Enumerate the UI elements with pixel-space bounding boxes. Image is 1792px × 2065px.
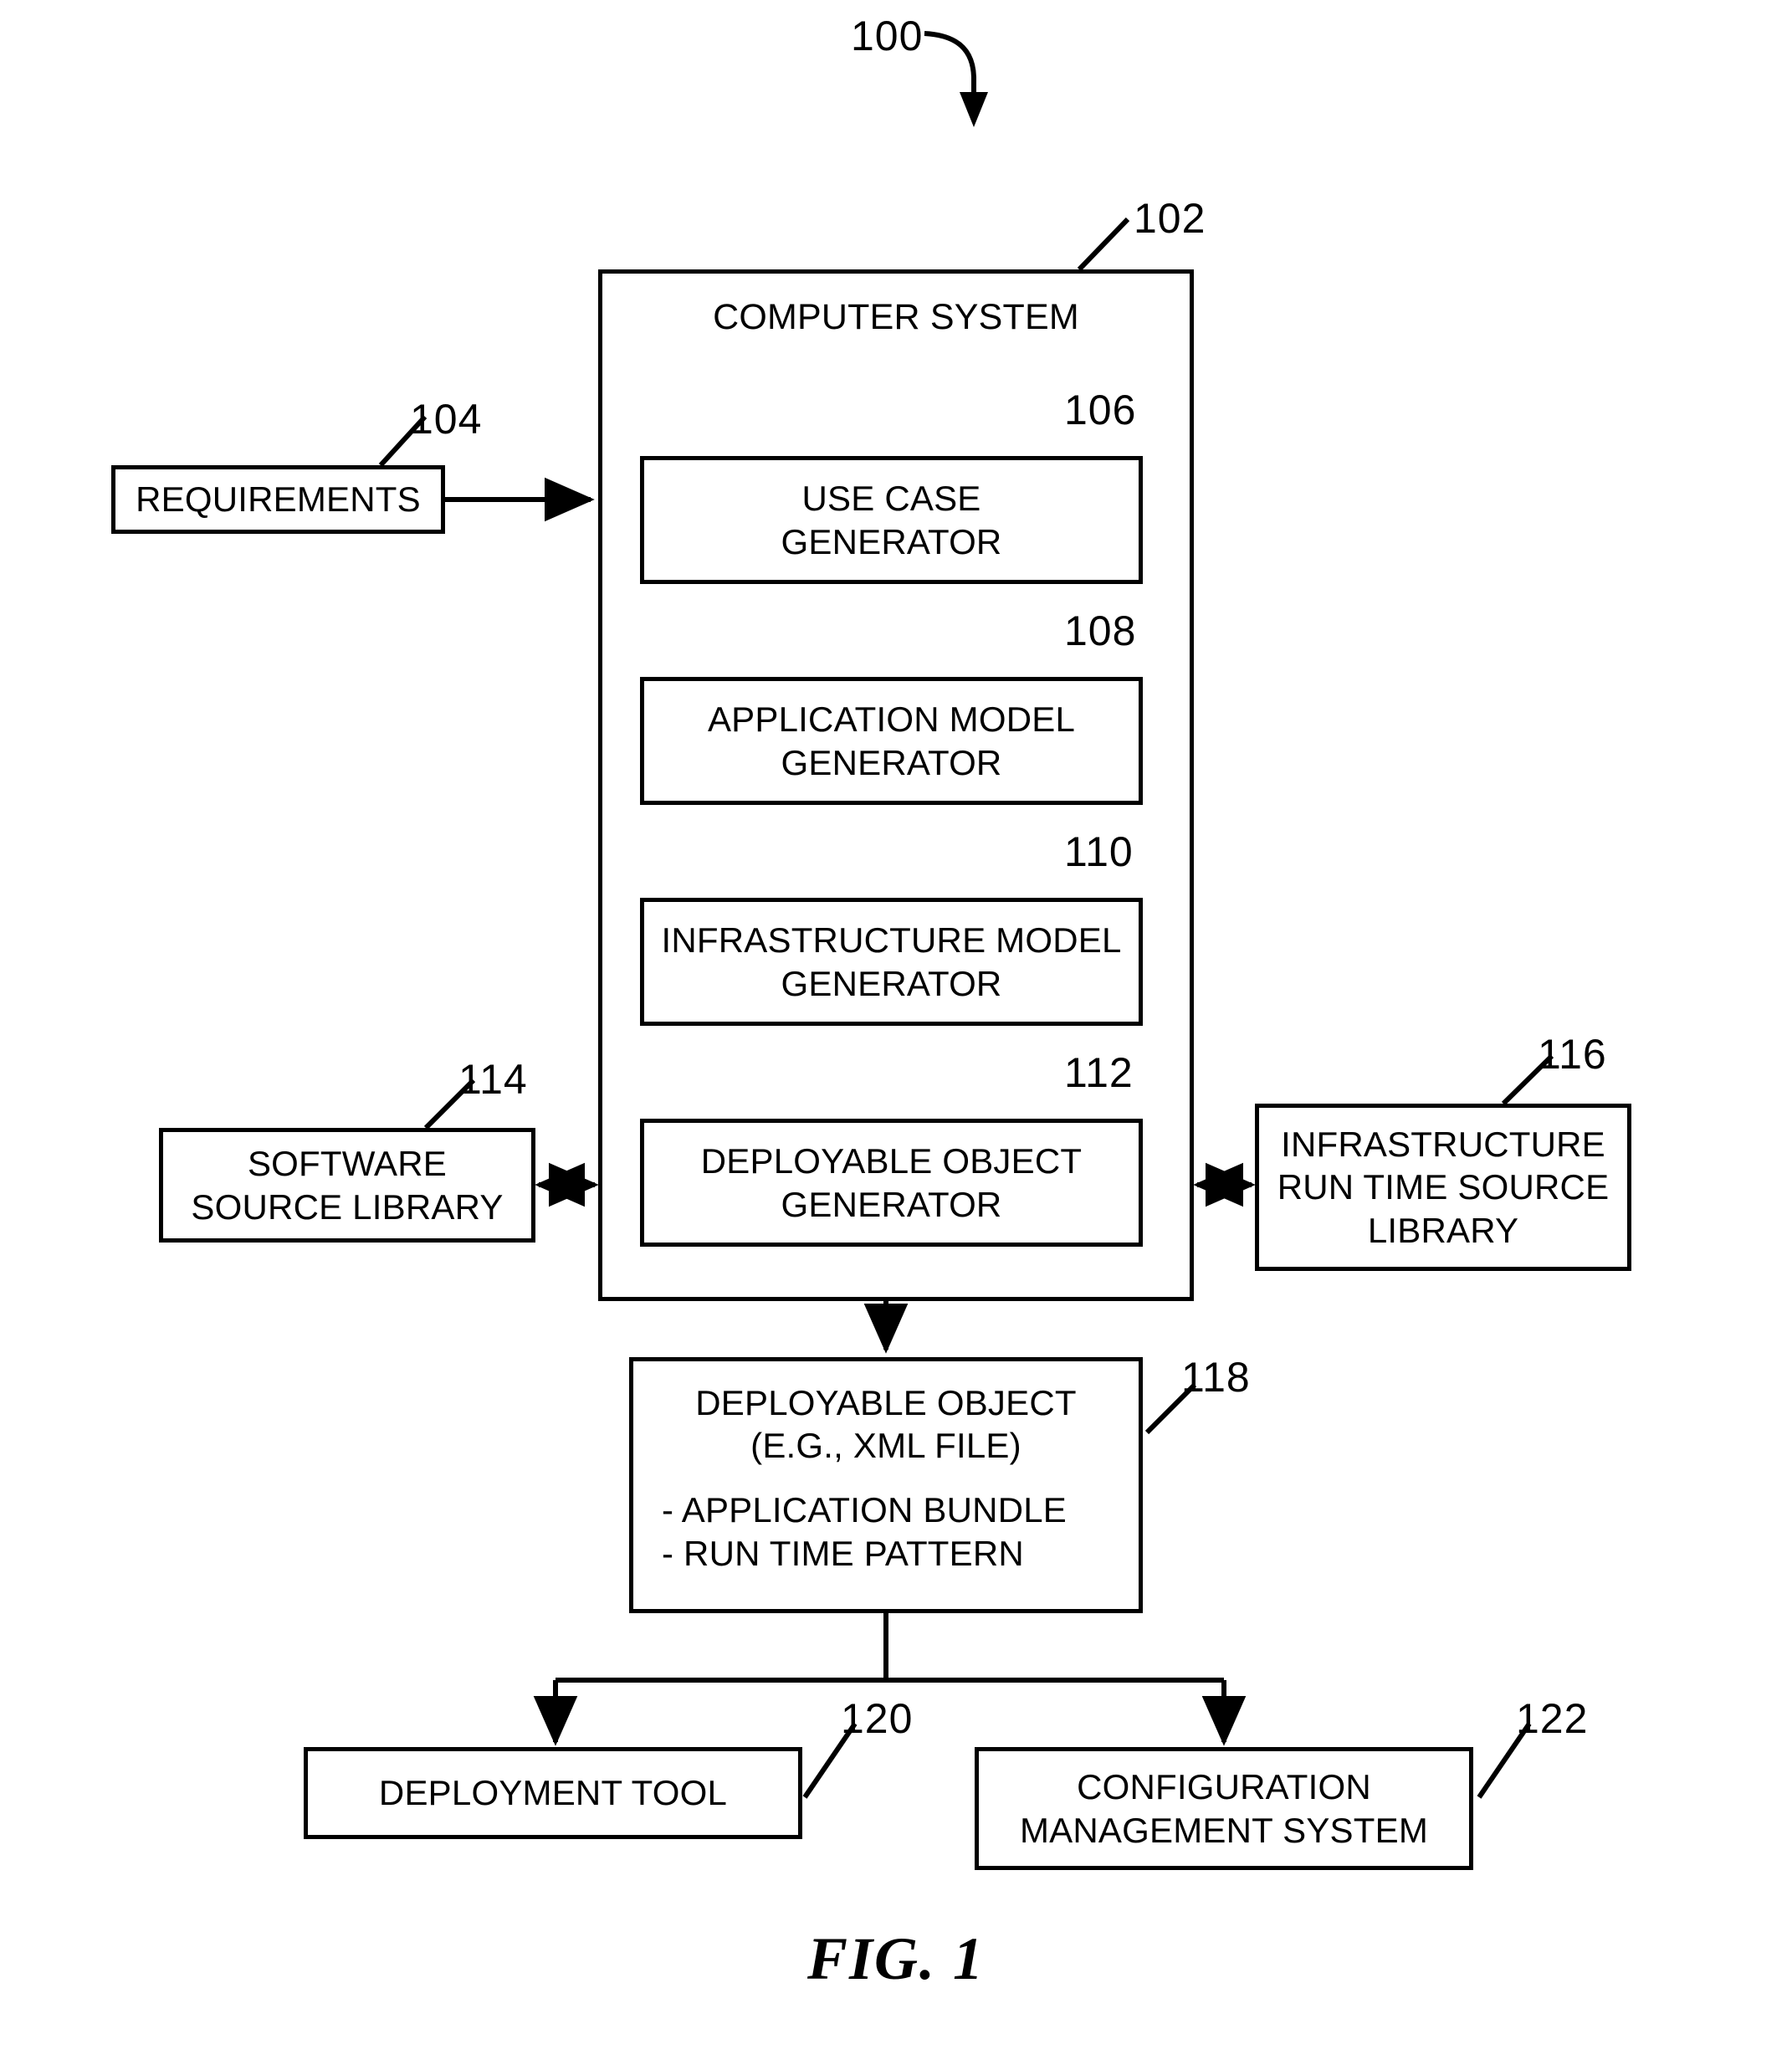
infrastructure-runtime-source-library-label-line3: LIBRARY	[1367, 1210, 1519, 1250]
use-case-generator-block: USE CASE GENERATOR	[640, 456, 1143, 584]
figure-ref-pointer-100	[924, 31, 988, 127]
infrastructure-model-generator-block: INFRASTRUCTURE MODEL GENERATOR	[640, 898, 1143, 1026]
infrastructure-runtime-source-library-label-line2: RUN TIME SOURCE	[1277, 1167, 1610, 1207]
deployment-tool-block: DEPLOYMENT TOOL	[304, 1747, 802, 1839]
infrastructure-model-generator-label-line2: GENERATOR	[781, 963, 1002, 1003]
application-model-generator-label-line1: APPLICATION MODEL	[707, 699, 1076, 740]
requirements-block: REQUIREMENTS	[111, 465, 445, 534]
reference-numeral-118: 118	[1181, 1354, 1251, 1401]
infrastructure-runtime-source-library-block: INFRASTRUCTURE RUN TIME SOURCE LIBRARY	[1255, 1104, 1631, 1271]
reference-numeral-102: 102	[1134, 195, 1206, 242]
reference-numeral-106: 106	[1064, 387, 1137, 433]
deployable-object-block: DEPLOYABLE OBJECT (E.G., XML FILE) - APP…	[629, 1357, 1143, 1613]
use-case-generator-label-line1: USE CASE	[801, 479, 981, 519]
use-case-generator-label-line2: GENERATOR	[781, 521, 1002, 561]
figure-caption: FIG. 1	[806, 1925, 986, 1992]
deployable-object-label-line1: DEPLOYABLE OBJECT	[695, 1383, 1077, 1422]
software-source-library-block: SOFTWARE SOURCE LIBRARY	[159, 1128, 535, 1243]
deployable-object-bullet-list: - APPLICATION BUNDLE - RUN TIME PATTERN	[662, 1489, 1067, 1574]
deployable-object-title-group: DEPLOYABLE OBJECT (E.G., XML FILE)	[695, 1381, 1076, 1467]
configuration-management-system-label-line2: MANAGEMENT SYSTEM	[1019, 1810, 1429, 1850]
deployment-tool-label: DEPLOYMENT TOOL	[378, 1773, 728, 1813]
software-source-library-label-line1: SOFTWARE	[247, 1144, 448, 1184]
deployable-object-generator-label-line1: DEPLOYABLE OBJECT	[700, 1141, 1083, 1181]
deployable-object-generator-label-line2: GENERATOR	[781, 1184, 1002, 1224]
computer-system-label: COMPUTER SYSTEM	[713, 297, 1079, 337]
reference-numeral-100: 100	[851, 13, 924, 59]
deployable-object-generator-block: DEPLOYABLE OBJECT GENERATOR	[640, 1119, 1143, 1247]
software-source-library-label-line2: SOURCE LIBRARY	[191, 1186, 504, 1227]
infrastructure-model-generator-label-line1: INFRASTRUCTURE MODEL	[661, 920, 1122, 961]
patent-figure: COMPUTER SYSTEM REQUIREMENTS USE CASE GE…	[0, 0, 1792, 2065]
configuration-management-system-label-line1: CONFIGURATION	[1077, 1767, 1371, 1807]
deployable-object-label-line2: (E.G., XML FILE)	[750, 1426, 1021, 1466]
requirements-label: REQUIREMENTS	[136, 479, 421, 520]
deployable-object-bullet-application-bundle: - APPLICATION BUNDLE	[662, 1490, 1068, 1530]
reference-numeral-122: 122	[1516, 1695, 1589, 1742]
configuration-management-system-block: CONFIGURATION MANAGEMENT SYSTEM	[975, 1747, 1473, 1870]
reference-numeral-108: 108	[1064, 607, 1137, 654]
leader-102	[1077, 217, 1130, 272]
application-model-generator-label-line2: GENERATOR	[781, 742, 1002, 782]
reference-numeral-120: 120	[841, 1695, 914, 1742]
reference-numeral-116: 116	[1538, 1031, 1607, 1078]
infrastructure-runtime-source-library-label-line1: INFRASTRUCTURE	[1281, 1125, 1605, 1165]
reference-numeral-114: 114	[458, 1056, 528, 1103]
reference-numeral-104: 104	[410, 396, 483, 443]
reference-numeral-110: 110	[1064, 828, 1134, 875]
application-model-generator-block: APPLICATION MODEL GENERATOR	[640, 677, 1143, 805]
deployable-object-bullet-run-time-pattern: - RUN TIME PATTERN	[662, 1533, 1024, 1573]
reference-numeral-112: 112	[1064, 1049, 1134, 1096]
